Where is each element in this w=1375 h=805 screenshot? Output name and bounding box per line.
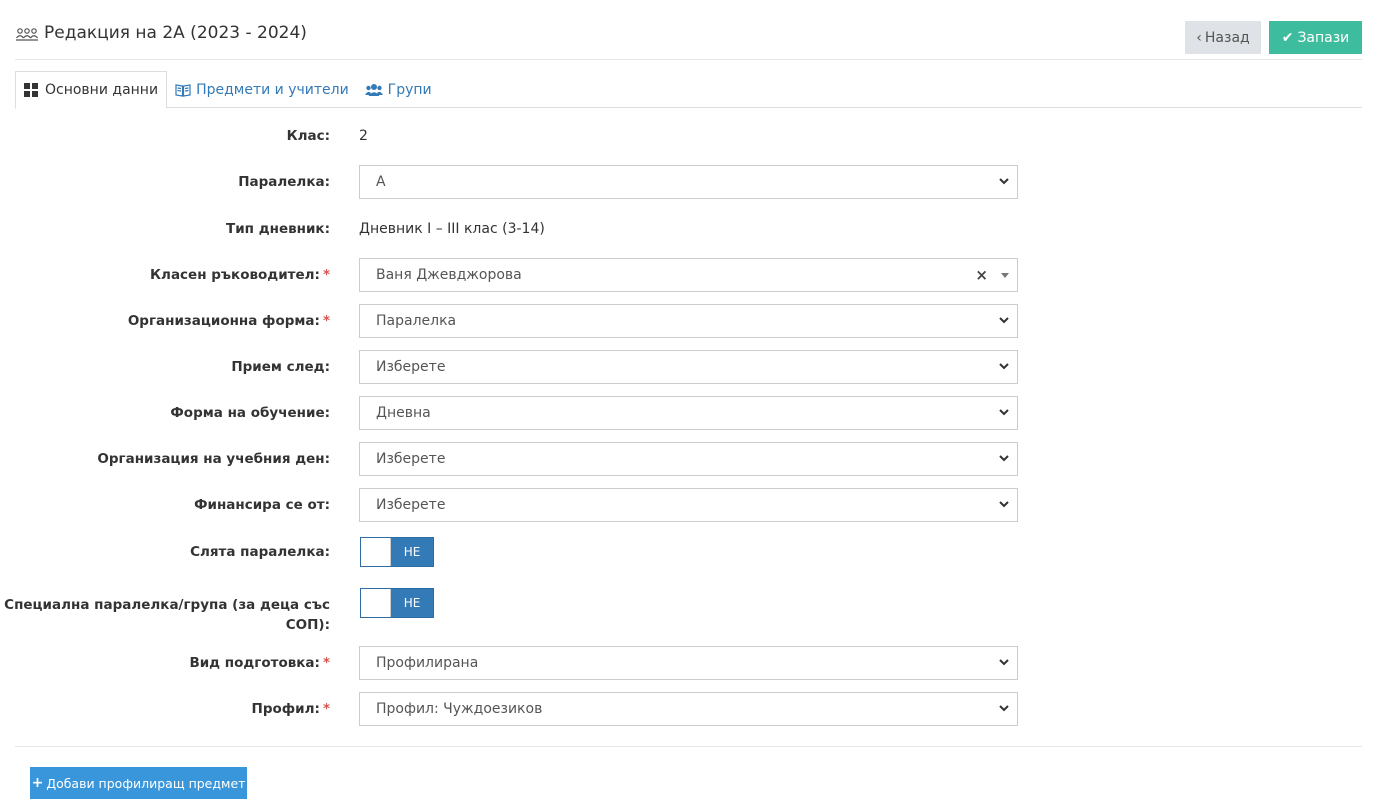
day-org-select-value: Изберете — [376, 451, 446, 467]
paralelka-select-value: А — [376, 174, 386, 190]
form-row-financed-by: Финансира се от: Изберете — [15, 488, 1025, 522]
admission-after-select-value: Изберете — [376, 359, 446, 375]
chevron-down-icon — [999, 178, 1009, 185]
chevron-down-icon — [999, 501, 1009, 508]
form-row-class-teacher: Класен ръководител: * Ваня Джевджорова × — [15, 258, 1025, 292]
page-title-text: Редакция на 2А (2023 - 2024) — [44, 23, 307, 43]
admission-after-label: Прием след: — [231, 359, 330, 375]
special-toggle[interactable]: НЕ — [360, 588, 434, 618]
class-value: 2 — [359, 128, 368, 144]
merged-toggle[interactable]: НЕ — [360, 537, 434, 567]
add-profiling-subject-label: Добави профилиращ предмет — [46, 775, 246, 791]
main-tabs: Основни данни Предмети и учители Групи — [15, 71, 1362, 109]
training-type-select-value: Профилирана — [376, 655, 479, 671]
toggle-knob — [361, 589, 391, 617]
class-label: Клас: — [286, 128, 330, 144]
chevron-down-icon — [999, 705, 1009, 712]
chevron-down-icon — [999, 659, 1009, 666]
study-form-select[interactable]: Дневна — [359, 396, 1018, 430]
study-form-select-value: Дневна — [376, 405, 431, 421]
org-form-select-value: Паралелка — [376, 313, 457, 329]
back-button-label: Назад — [1204, 29, 1250, 46]
special-label: Специална паралелка/група (за деца със СО… — [4, 597, 330, 633]
paralelka-select[interactable]: А — [359, 165, 1018, 199]
financed-by-label: Финансира се от: — [194, 497, 330, 513]
form-row-profile: Профил: * Профил: Чуждоезиков — [15, 692, 1025, 726]
form-row-special: Специална паралелка/група (за деца със СО… — [4, 588, 1025, 633]
check-icon: ✔ — [1281, 29, 1294, 46]
chevron-down-icon — [999, 363, 1009, 370]
merged-toggle-text: НЕ — [403, 545, 421, 559]
chevron-left-icon: ‹ — [1196, 29, 1202, 46]
class-teacher-select[interactable]: Ваня Джевджорова × — [359, 258, 1018, 292]
diary-type-label: Тип дневник: — [226, 221, 330, 237]
profile-select[interactable]: Профил: Чуждоезиков — [359, 692, 1018, 726]
tab-groups-label: Групи — [387, 81, 432, 98]
class-teacher-select-value: Ваня Джевджорова — [376, 267, 522, 283]
form-row-training-type: Вид подготовка: * Профилирана — [15, 646, 1025, 680]
form-row-diary-type: Тип дневник: Дневник I – III клас (3-14) — [15, 219, 1025, 239]
page-title: Редакция на 2А (2023 - 2024) — [15, 23, 307, 43]
diary-type-value: Дневник I – III клас (3-14) — [359, 221, 545, 237]
chevron-down-icon — [999, 317, 1009, 324]
merged-label: Слята паралелка: — [190, 544, 330, 560]
day-org-select[interactable]: Изберете — [359, 442, 1018, 476]
training-type-select[interactable]: Профилирана — [359, 646, 1018, 680]
chevron-down-icon — [999, 409, 1009, 416]
org-form-select[interactable]: Паралелка — [359, 304, 1018, 338]
financed-by-select[interactable]: Изберете — [359, 488, 1018, 522]
form-row-day-org: Организация на учебния ден: Изберете — [15, 442, 1025, 476]
tab-basic-data[interactable]: Основни данни — [15, 71, 168, 109]
plus-icon: + — [31, 775, 44, 791]
profile-select-value: Профил: Чуждоезиков — [376, 701, 543, 717]
tab-groups[interactable]: Групи — [357, 71, 440, 108]
paralelka-label: Паралелка: — [238, 174, 330, 190]
training-type-label: Вид подготовка: * — [189, 655, 330, 671]
caret-down-icon — [1001, 273, 1009, 278]
profile-label: Профил: * — [251, 701, 330, 717]
add-profiling-subject-button[interactable]: + Добави профилиращ предмет — [30, 767, 247, 799]
form-row-study-form: Форма на обучение: Дневна — [15, 396, 1025, 430]
chevron-down-icon — [999, 455, 1009, 462]
admission-after-select[interactable]: Изберете — [359, 350, 1018, 384]
page-header: Редакция на 2А (2023 - 2024) ‹ Назад ✔ З… — [15, 20, 1362, 60]
form-row-class: Клас: 2 — [15, 126, 1025, 146]
financed-by-select-value: Изберете — [376, 497, 446, 513]
grid-icon — [24, 83, 40, 97]
clear-icon[interactable]: × — [975, 266, 988, 284]
tab-subjects-teachers-label: Предмети и учители — [196, 81, 349, 98]
form-row-org-form: Организационна форма: * Паралелка — [15, 304, 1025, 338]
form-row-paralelka: Паралелка: А — [15, 165, 1025, 199]
save-button[interactable]: ✔ Запази — [1269, 21, 1362, 54]
tab-basic-data-label: Основни данни — [45, 82, 159, 98]
org-form-label: Организационна форма: * — [127, 313, 330, 329]
form-divider — [15, 746, 1362, 747]
study-form-label: Форма на обучение: — [170, 405, 330, 421]
book-icon — [175, 83, 191, 97]
form-row-merged: Слята паралелка: НЕ — [15, 537, 1025, 567]
day-org-label: Организация на учебния ден: — [97, 451, 330, 467]
users-icon — [364, 83, 383, 97]
form-row-admission-after: Прием след: Изберете — [15, 350, 1025, 384]
classroom-icon — [15, 23, 39, 43]
back-button[interactable]: ‹ Назад — [1185, 21, 1261, 54]
tab-subjects-teachers[interactable]: Предмети и учители — [167, 71, 357, 108]
toggle-knob — [361, 538, 391, 566]
class-teacher-label: Класен ръководител: * — [150, 267, 330, 283]
save-button-label: Запази — [1297, 29, 1350, 46]
special-toggle-text: НЕ — [403, 596, 421, 610]
